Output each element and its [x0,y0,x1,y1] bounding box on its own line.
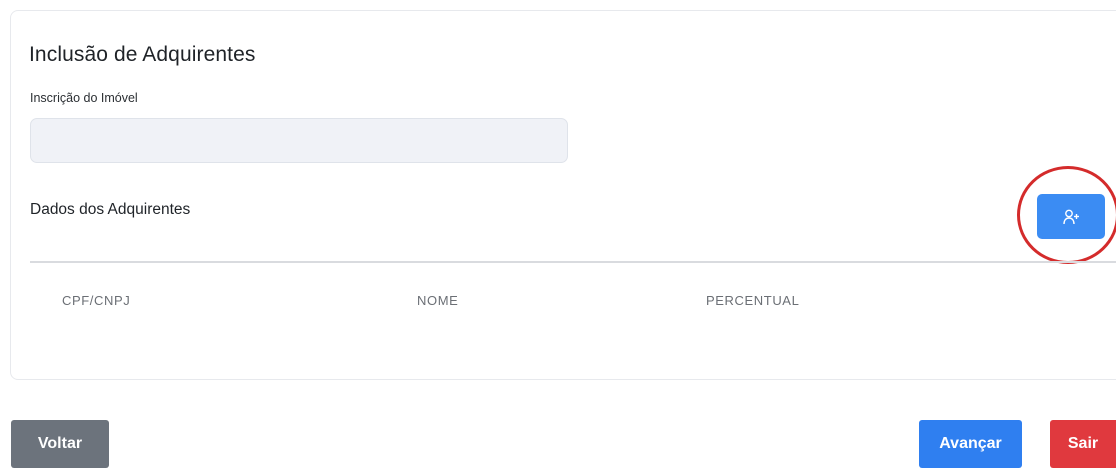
column-header-cpf-cnpj: CPF/CNPJ [62,293,131,308]
table-divider [30,261,1116,263]
adquirentes-section-label: Dados dos Adquirentes [30,201,191,218]
page: Inclusão de Adquirentes Inscrição do Imó… [0,0,1116,468]
sair-button[interactable]: Sair [1050,420,1116,468]
page-title: Inclusão de Adquirentes [29,43,256,66]
add-adquirente-button[interactable] [1037,194,1105,239]
column-header-nome: NOME [417,293,459,308]
inscricao-input[interactable] [30,118,568,163]
column-header-percentual: PERCENTUAL [706,293,800,308]
avancar-button[interactable]: Avançar [919,420,1022,468]
inscricao-label: Inscrição do Imóvel [30,91,138,105]
voltar-button[interactable]: Voltar [11,420,109,468]
add-user-icon [1062,208,1080,226]
